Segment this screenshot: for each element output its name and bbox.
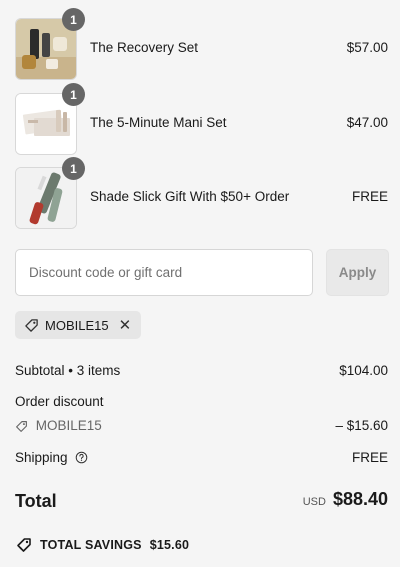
order-discount-label: Order discount xyxy=(15,394,104,409)
discount-code-label: MOBILE15 xyxy=(35,418,102,433)
subtotal-value: $104.00 xyxy=(339,363,388,378)
item-name: The Recovery Set xyxy=(90,40,199,55)
subtotal-label: Subtotal • 3 items xyxy=(15,363,121,378)
order-discount-row: Order discount xyxy=(15,394,388,409)
quantity-badge: 1 xyxy=(62,8,85,31)
discount-code-input[interactable] xyxy=(15,249,313,296)
item-price: $47.00 xyxy=(346,115,388,130)
quantity-badge: 1 xyxy=(62,157,85,180)
item-price: FREE xyxy=(351,189,388,204)
help-circle-icon[interactable] xyxy=(75,451,88,464)
savings-tag-icon xyxy=(17,538,31,552)
applied-code-label: MOBILE15 xyxy=(45,317,109,333)
discount-value: – $15.60 xyxy=(335,418,388,433)
item-name: The 5-Minute Mani Set xyxy=(90,115,227,130)
shipping-label: Shipping xyxy=(15,450,68,465)
shipping-row: Shipping FREE xyxy=(15,450,388,465)
total-row: Total USD $88.40 xyxy=(15,489,388,512)
remove-code-icon[interactable]: ✕ xyxy=(119,318,132,333)
discount-code-row: MOBILE15 – $15.60 xyxy=(15,418,388,433)
line-item: 1 The 5-Minute Mani Set $47.00 xyxy=(15,83,388,155)
subtotal-row: Subtotal • 3 items $104.00 xyxy=(15,363,388,378)
apply-button[interactable]: Apply xyxy=(326,249,389,296)
shipping-value: FREE xyxy=(351,450,388,465)
quantity-badge: 1 xyxy=(62,83,85,106)
savings-label: TOTAL SAVINGS xyxy=(40,538,142,552)
order-summary: 1 The Recovery Set $57.00 1 The 5-Minute… xyxy=(0,0,400,567)
line-item: 1 The Recovery Set $57.00 xyxy=(15,8,388,80)
total-value: $88.40 xyxy=(332,489,388,509)
total-label: Total xyxy=(15,491,57,511)
savings-value: $15.60 xyxy=(149,538,190,552)
item-name: Shade Slick Gift With $50+ Order xyxy=(90,189,290,204)
tag-icon xyxy=(25,318,38,332)
tag-icon xyxy=(16,420,27,432)
applied-discount-chip: MOBILE15 ✕ xyxy=(15,311,142,339)
currency-label: USD xyxy=(302,496,326,508)
total-savings: TOTAL SAVINGS $15.60 xyxy=(16,537,189,553)
line-item: 1 Shade Slick Gift With $50+ Order FREE xyxy=(15,157,388,229)
item-price: $57.00 xyxy=(346,40,388,55)
